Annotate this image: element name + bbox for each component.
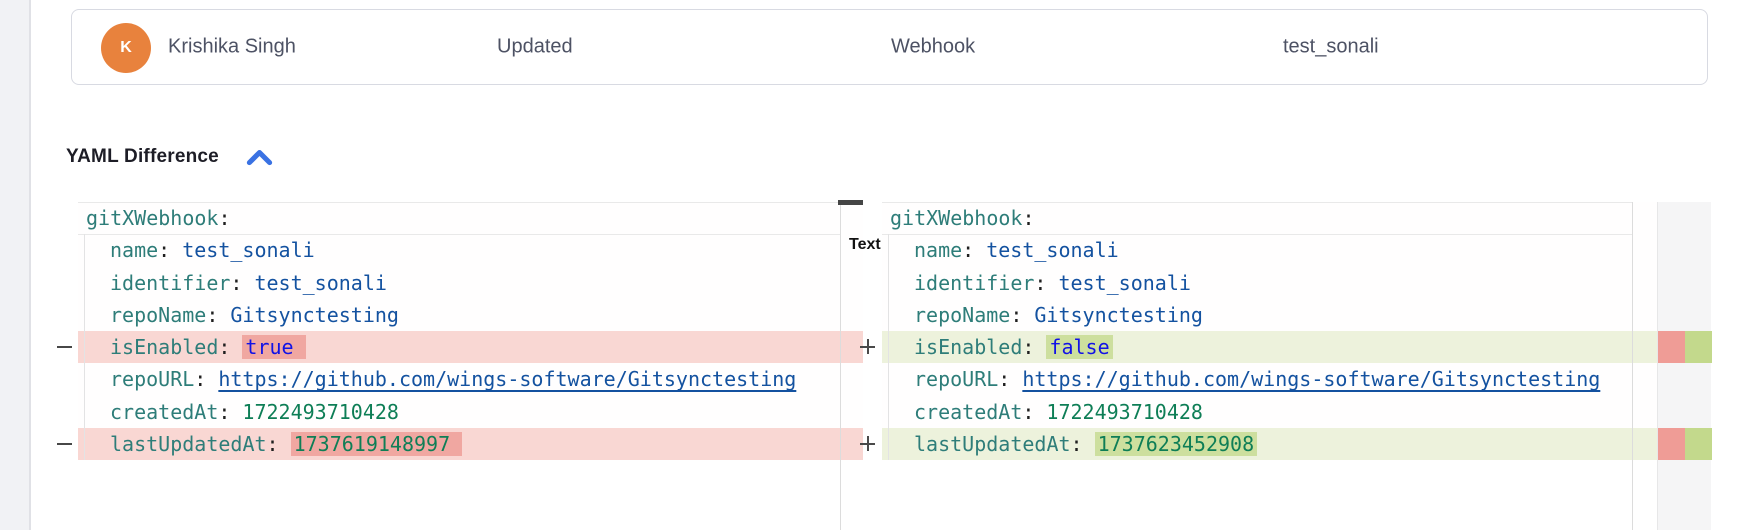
yaml-key: repoURL xyxy=(110,367,194,391)
yaml-line-left-3: identifier: test_sonali xyxy=(78,267,863,299)
left-scrollbar-border xyxy=(840,202,841,530)
yaml-colon: : xyxy=(194,367,206,391)
user-name: Krishika Singh xyxy=(168,36,296,59)
yaml-colon: : xyxy=(1022,400,1034,424)
indent-guide-left xyxy=(84,234,85,460)
yaml-colon: : xyxy=(1010,303,1022,327)
yaml-line-left-6: repoURL: https://github.com/wings-softwar… xyxy=(78,363,863,395)
yaml-line-left-4: repoName: Gitsynctesting xyxy=(78,299,863,331)
yaml-line-right-1: gitXWebhook: xyxy=(882,202,1657,234)
yaml-key: isEnabled xyxy=(914,335,1022,359)
added-line-marker-plus xyxy=(860,339,876,355)
yaml-colon: : xyxy=(230,271,242,295)
yaml-key: repoURL xyxy=(914,367,998,391)
yaml-key: repoName xyxy=(110,303,206,327)
repo-url-link[interactable]: https://github.com/wings-software/Gitsyn… xyxy=(1022,367,1600,391)
yaml-colon: : xyxy=(218,400,230,424)
yaml-key: createdAt xyxy=(110,400,218,424)
yaml-line-right-8: lastUpdatedAt:1737623452908 xyxy=(882,428,1657,460)
yaml-value: 1722493710428 xyxy=(1046,400,1203,424)
avatar-initial: K xyxy=(120,39,132,57)
yaml-value: 1722493710428 xyxy=(242,400,399,424)
yaml-key: lastUpdatedAt xyxy=(110,432,267,456)
yaml-colon: : xyxy=(1034,271,1046,295)
diff-left-pane[interactable]: gitXWebhook:name:test_sonaliidentifier:t… xyxy=(78,202,863,460)
yaml-colon: : xyxy=(158,238,170,262)
yaml-value: false xyxy=(1046,335,1112,359)
splitter-handle[interactable] xyxy=(838,200,863,205)
yaml-key: identifier xyxy=(110,271,230,295)
yaml-value: Gitsynctesting xyxy=(1034,303,1203,327)
indent-guide-right xyxy=(888,234,889,460)
yaml-value: test_sonali xyxy=(254,271,386,295)
diff-right-pane[interactable]: gitXWebhook:name:test_sonaliidentifier:t… xyxy=(882,202,1657,460)
yaml-value: 1737623452908 xyxy=(1095,432,1258,456)
entity-name-label: test_sonali xyxy=(1283,36,1379,59)
ruler-mark-removed xyxy=(1658,331,1685,363)
action-label: Updated xyxy=(497,36,573,59)
yaml-colon: : xyxy=(1071,432,1083,456)
yaml-key: gitXWebhook xyxy=(890,206,1022,230)
yaml-difference-title: YAML Difference xyxy=(66,146,219,168)
ruler-mark-removed xyxy=(1658,428,1685,460)
removed-line-marker-minus xyxy=(57,346,72,348)
yaml-line-left-8: lastUpdatedAt:1737619148997 xyxy=(78,428,863,460)
yaml-line-right-7: createdAt:1722493710428 xyxy=(882,396,1657,428)
yaml-key: gitXWebhook xyxy=(86,206,218,230)
yaml-key: identifier xyxy=(914,271,1034,295)
yaml-value: Gitsynctesting xyxy=(230,303,399,327)
yaml-line-right-6: repoURL: https://github.com/wings-softwar… xyxy=(882,363,1657,395)
yaml-value: test_sonali xyxy=(986,238,1118,262)
yaml-line-left-1: gitXWebhook: xyxy=(78,202,863,234)
screen: K Krishika Singh Updated Webhook test_so… xyxy=(0,0,1749,530)
overview-ruler[interactable] xyxy=(1657,202,1711,530)
chevron-up-icon[interactable] xyxy=(246,148,273,166)
repo-url-link[interactable]: https://github.com/wings-software/Gitsyn… xyxy=(218,367,796,391)
yaml-colon: : xyxy=(267,432,279,456)
yaml-line-right-4: repoName: Gitsynctesting xyxy=(882,299,1657,331)
yaml-colon: : xyxy=(962,238,974,262)
yaml-key: name xyxy=(914,238,962,262)
avatar: K xyxy=(101,23,151,73)
yaml-key: lastUpdatedAt xyxy=(914,432,1071,456)
yaml-key: name xyxy=(110,238,158,262)
yaml-colon: : xyxy=(998,367,1010,391)
removed-line-marker-minus xyxy=(57,443,72,445)
ruler-mark-added xyxy=(1685,331,1712,363)
yaml-line-right-5: isEnabled: false xyxy=(882,331,1657,363)
yaml-key: createdAt xyxy=(914,400,1022,424)
yaml-line-right-2: name: test_sonali xyxy=(882,234,1657,266)
yaml-colon: : xyxy=(1022,206,1034,230)
yaml-line-right-3: identifier: test_sonali xyxy=(882,267,1657,299)
yaml-value: test_sonali xyxy=(182,238,314,262)
entity-type-label: Webhook xyxy=(891,36,975,59)
yaml-colon: : xyxy=(218,335,230,359)
yaml-value: 1737619148997 xyxy=(291,432,463,456)
yaml-line-left-7: createdAt:1722493710428 xyxy=(78,396,863,428)
yaml-colon: : xyxy=(206,303,218,327)
yaml-key: repoName xyxy=(914,303,1010,327)
added-line-marker-plus xyxy=(860,436,876,452)
right-scrollbar-border xyxy=(1632,202,1633,530)
left-rail xyxy=(0,0,31,530)
yaml-key: isEnabled xyxy=(110,335,218,359)
yaml-value: test_sonali xyxy=(1058,271,1190,295)
activity-row-card[interactable]: K Krishika Singh Updated Webhook test_so… xyxy=(71,9,1708,85)
yaml-line-left-5: isEnabled: true xyxy=(78,331,863,363)
yaml-line-left-2: name: test_sonali xyxy=(78,234,863,266)
ruler-mark-added xyxy=(1685,428,1712,460)
yaml-value: true xyxy=(242,335,305,359)
diff-mode-label: Text xyxy=(849,236,881,254)
yaml-colon: : xyxy=(1022,335,1034,359)
yaml-colon: : xyxy=(218,206,230,230)
